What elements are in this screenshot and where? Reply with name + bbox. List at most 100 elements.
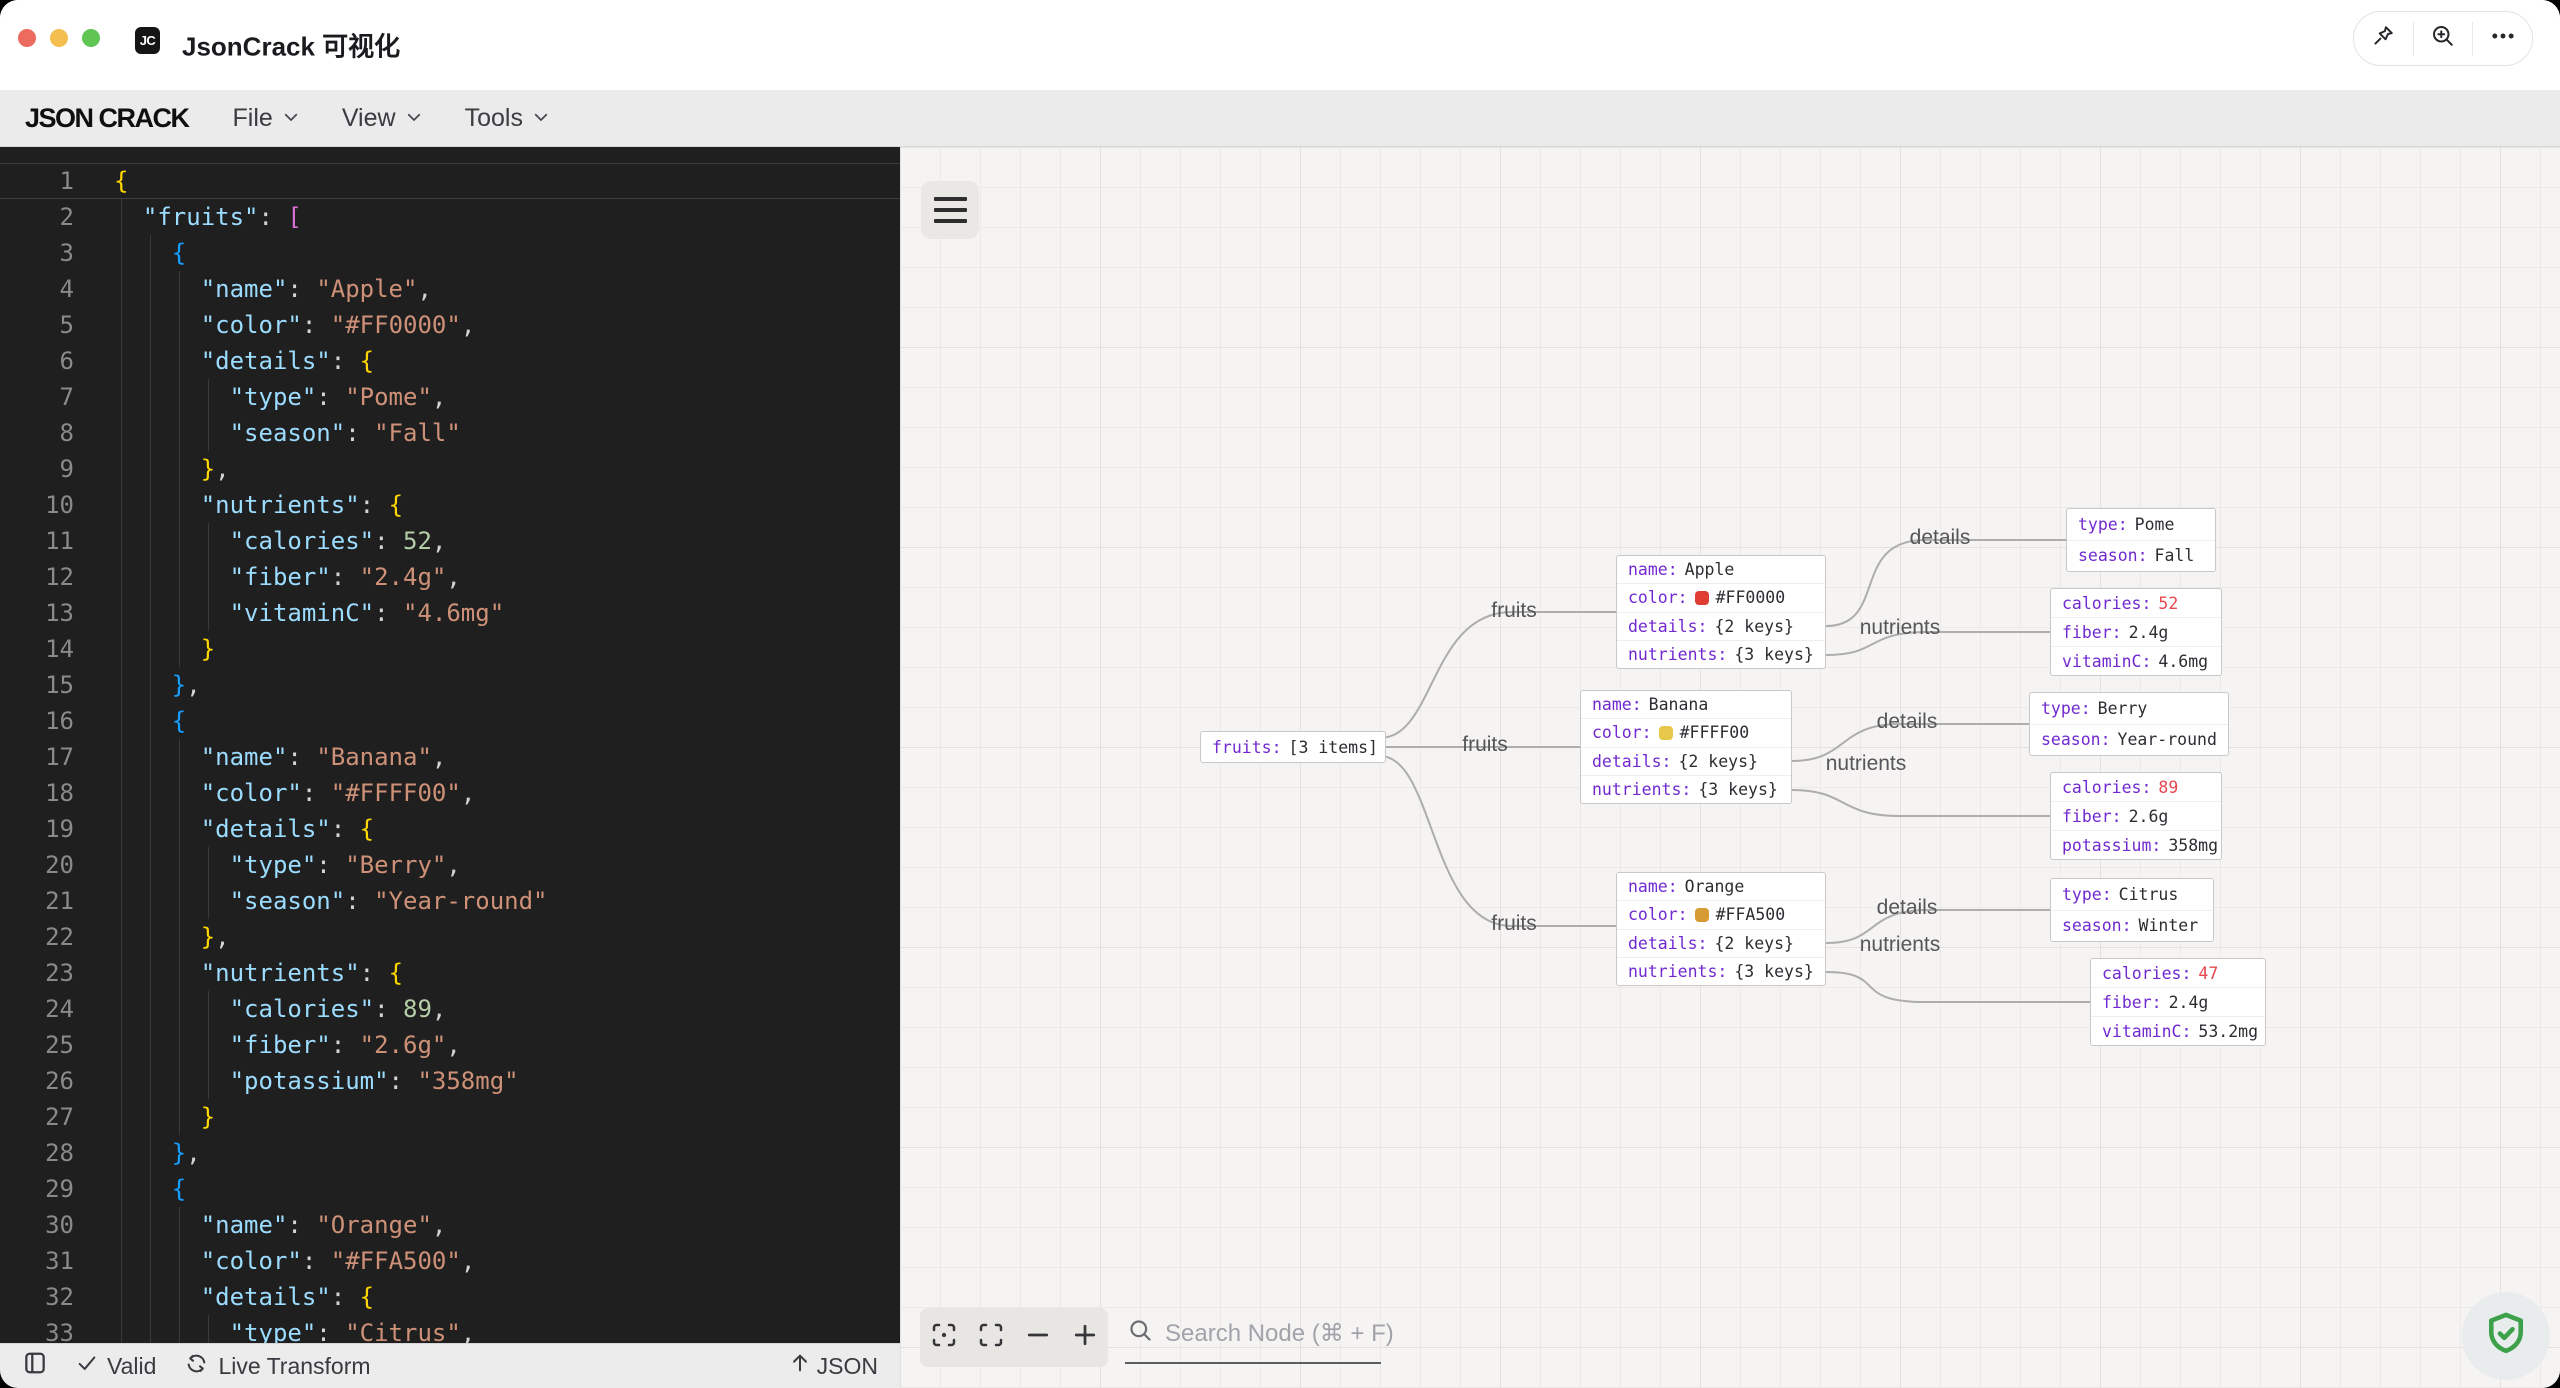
code-line[interactable]: 25 "fiber": "2.6g",	[0, 1027, 900, 1063]
line-content: "nutrients": {	[200, 491, 404, 519]
graph-node-fruits-root[interactable]: fruits: [3 items]	[1200, 731, 1386, 763]
check-icon	[76, 1352, 98, 1380]
line-number: 13	[45, 599, 74, 627]
line-number: 24	[45, 995, 74, 1023]
validity-status: Valid	[76, 1352, 156, 1380]
graph-node-apple-details[interactable]: type: Pome season: Fall	[2066, 508, 2216, 572]
pin-button[interactable]	[2354, 22, 2413, 56]
menu-file[interactable]: File	[219, 96, 314, 141]
indent-guide	[208, 1315, 209, 1343]
zoom-in-icon	[2429, 22, 2457, 55]
code-line[interactable]: 31 "color": "#FFA500",	[0, 1243, 900, 1279]
code-line[interactable]: 8 "season": "Fall"	[0, 415, 900, 451]
zoom-window-button[interactable]	[82, 29, 100, 47]
menu-tools[interactable]: Tools	[451, 96, 564, 141]
node-row: vitaminC: 53.2mg	[2091, 1016, 2265, 1045]
graph-node-apple[interactable]: name: Apple color: #FF0000 details: {2 keys} n…	[1616, 555, 1826, 669]
code-line[interactable]: 30 "name": "Orange",	[0, 1207, 900, 1243]
line-number: 31	[45, 1247, 74, 1275]
graph-node-banana-nutrients[interactable]: calories: 89 fiber: 2.6g potassium: 358mg	[2050, 772, 2222, 860]
live-transform-toggle[interactable]: Live Transform	[184, 1351, 371, 1382]
app-icon: JC	[135, 27, 160, 54]
search-node-input[interactable]: Search Node (⌘ + F)	[1125, 1312, 1394, 1364]
bottom-panel-toggle[interactable]	[22, 1350, 48, 1382]
jsoncrack-logo[interactable]: JSON CRACK	[25, 103, 190, 134]
node-row: color: #FFA500	[1617, 900, 1825, 928]
line-number: 14	[45, 635, 74, 663]
line-content: "details": {	[200, 347, 375, 375]
code-line[interactable]: 23 "nutrients": {	[0, 955, 900, 991]
indent-guide	[208, 991, 209, 1099]
format-selector[interactable]: JSON	[789, 1352, 878, 1380]
code-line[interactable]: 9 },	[0, 451, 900, 487]
code-line[interactable]: 4 "name": "Apple",	[0, 271, 900, 307]
line-content: "color": "#FFFF00",	[200, 779, 476, 807]
code-line[interactable]: 21 "season": "Year-round"	[0, 883, 900, 919]
code-line[interactable]: 11 "calories": 52,	[0, 523, 900, 559]
code-line[interactable]: 3 {	[0, 235, 900, 271]
code-line[interactable]: 16 {	[0, 703, 900, 739]
line-number: 2	[59, 203, 74, 231]
line-content: },	[200, 455, 230, 483]
graph-node-banana[interactable]: name: Banana color: #FFFF00 details: {2 keys}…	[1580, 690, 1792, 804]
close-window-button[interactable]	[18, 29, 36, 47]
chevron-down-icon	[282, 104, 300, 133]
sync-icon	[184, 1351, 209, 1382]
valid-label: Valid	[107, 1352, 157, 1379]
code-line[interactable]: 17 "name": "Banana",	[0, 739, 900, 775]
indent-guide	[150, 235, 151, 1343]
code-line[interactable]: 33 "type": "Citrus",	[0, 1315, 900, 1343]
code-line[interactable]: 6 "details": {	[0, 343, 900, 379]
code-line[interactable]: 32 "details": {	[0, 1279, 900, 1315]
adblock-badge[interactable]	[2462, 1292, 2550, 1380]
chevron-down-icon	[532, 104, 550, 133]
minimize-window-button[interactable]	[50, 29, 68, 47]
graph-node-orange[interactable]: name: Orange color: #FFA500 details: {2 keys}…	[1616, 872, 1826, 986]
code-line[interactable]: 12 "fiber": "2.4g",	[0, 559, 900, 595]
code-line[interactable]: 5 "color": "#FF0000",	[0, 307, 900, 343]
code-line[interactable]: 19 "details": {	[0, 811, 900, 847]
graph-edge	[1825, 971, 2090, 1003]
code-line[interactable]: 7 "type": "Pome",	[0, 379, 900, 415]
line-content: "calories": 89,	[229, 995, 447, 1023]
node-row: type: Berry	[2041, 698, 2148, 718]
center-view-button[interactable]	[920, 1308, 967, 1367]
zoom-out-button[interactable]	[1014, 1308, 1061, 1367]
graph-node-apple-nutrients[interactable]: calories: 52 fiber: 2.4g vitaminC: 4.6mg	[2050, 588, 2222, 676]
code-line[interactable]: 2 "fruits": [	[0, 199, 900, 235]
code-line[interactable]: 29 {	[0, 1171, 900, 1207]
line-content: "vitaminC": "4.6mg"	[229, 599, 505, 627]
fit-view-button[interactable]	[967, 1308, 1014, 1367]
edge-label: fruits	[1462, 733, 1508, 756]
json-editor[interactable]: 1{2 "fruits": [3 {4 "name": "Apple", 5 "c…	[0, 147, 900, 1388]
code-lines[interactable]: 1{2 "fruits": [3 {4 "name": "Apple", 5 "c…	[0, 163, 900, 1343]
code-line[interactable]: 1{	[0, 163, 900, 199]
code-line[interactable]: 15 },	[0, 667, 900, 703]
code-line[interactable]: 18 "color": "#FFFF00",	[0, 775, 900, 811]
zoom-page-button[interactable]	[2412, 21, 2473, 56]
line-content: "fiber": "2.4g",	[229, 563, 461, 591]
code-line[interactable]: 24 "calories": 89,	[0, 991, 900, 1027]
code-line[interactable]: 27 }	[0, 1099, 900, 1135]
line-content: "type": "Pome",	[229, 383, 447, 411]
menu-view[interactable]: View	[328, 96, 437, 141]
graph-canvas[interactable]: fruits fruits fruits details nutrients detail…	[900, 147, 2560, 1388]
graph-menu-button[interactable]	[921, 181, 979, 239]
graph-node-orange-nutrients[interactable]: calories: 47 fiber: 2.4g vitaminC: 53.2mg	[2090, 958, 2266, 1046]
line-content: "type": "Citrus",	[229, 1319, 476, 1343]
code-line[interactable]: 26 "potassium": "358mg"	[0, 1063, 900, 1099]
zoom-in-button[interactable]	[1061, 1308, 1108, 1367]
code-line[interactable]: 14 }	[0, 631, 900, 667]
code-line[interactable]: 22 },	[0, 919, 900, 955]
graph-node-banana-details[interactable]: type: Berry season: Year-round	[2029, 692, 2229, 756]
node-row: color: #FFFF00	[1581, 718, 1791, 746]
code-line[interactable]: 28 },	[0, 1135, 900, 1171]
more-options-button[interactable]	[2472, 21, 2532, 56]
code-line[interactable]: 13 "vitaminC": "4.6mg"	[0, 595, 900, 631]
code-line[interactable]: 10 "nutrients": {	[0, 487, 900, 523]
code-line[interactable]: 20 "type": "Berry",	[0, 847, 900, 883]
editor-statusbar: Valid Live Transform JSON	[0, 1343, 900, 1388]
line-number: 1	[59, 167, 74, 195]
graph-node-orange-details[interactable]: type: Citrus season: Winter	[2050, 878, 2214, 942]
line-content: {	[171, 239, 187, 267]
